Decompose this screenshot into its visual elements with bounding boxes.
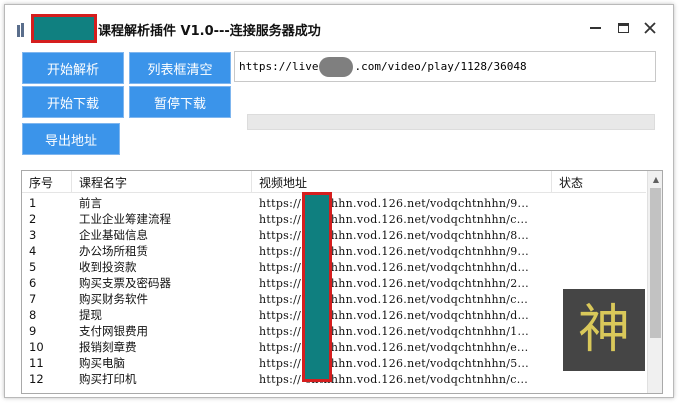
row-video-url: https:// chtnhhn.vod.126.net/vodqchtnhhn… bbox=[259, 292, 529, 306]
row-index: 10 bbox=[29, 340, 44, 354]
close-icon bbox=[644, 22, 656, 34]
row-course-name: 企业基础信息 bbox=[79, 228, 148, 242]
column-header-course-name[interactable]: 课程名字 bbox=[72, 171, 252, 193]
scroll-thumb[interactable] bbox=[650, 188, 661, 338]
minimize-icon bbox=[589, 27, 601, 29]
row-index: 9 bbox=[29, 324, 37, 338]
table-row[interactable]: 4 办公场所租赁 https:// chtnhhn.vod.126.net/vodq… bbox=[22, 243, 646, 259]
pause-download-button[interactable]: 暂停下载 bbox=[129, 86, 231, 118]
row-video-url: https:// chtnhhn.vod.126.net/vodqchtnhhn… bbox=[259, 340, 529, 354]
minimize-button[interactable] bbox=[580, 15, 610, 41]
row-index: 11 bbox=[29, 356, 44, 370]
row-status bbox=[552, 211, 646, 227]
table-row[interactable]: 1 前言 https:// chtnhhn.vod.126.net/vodqchtn… bbox=[22, 195, 646, 211]
clear-list-button[interactable]: 列表框清空 bbox=[129, 52, 231, 84]
url-prefix: https://live bbox=[239, 60, 319, 73]
title-bar[interactable]: 课程解析插件 V1.0---连接服务器成功 bbox=[5, 5, 673, 51]
table-row[interactable]: 8 提现 https:// chtnhhn.vod.126.net/vodqchtn… bbox=[22, 307, 646, 323]
row-index: 5 bbox=[29, 260, 37, 274]
url-suffix: .com/video/play/1128/36048 bbox=[354, 60, 527, 73]
watermark-badge: 神 bbox=[563, 289, 645, 371]
row-course-name: 购买电脑 bbox=[79, 356, 125, 370]
watermark-glyph: 神 bbox=[577, 300, 630, 360]
column-header-status[interactable]: 状态 bbox=[552, 171, 646, 193]
row-status bbox=[552, 227, 646, 243]
table-row[interactable]: 2 工业企业筹建流程 https:// chtnhhn.vod.126.net/vo… bbox=[22, 211, 646, 227]
row-course-name: 购买财务软件 bbox=[79, 292, 148, 306]
row-course-name: 办公场所租赁 bbox=[79, 244, 148, 258]
scroll-up-arrow-icon[interactable]: ▲ bbox=[648, 171, 662, 187]
close-button[interactable] bbox=[635, 15, 665, 41]
row-index: 8 bbox=[29, 308, 37, 322]
row-course-name: 前言 bbox=[79, 196, 102, 210]
table-row[interactable]: 3 企业基础信息 https:// chtnhhn.vod.126.net/vodq… bbox=[22, 227, 646, 243]
table-row[interactable]: 5 收到投资款 https:// chtnhhn.vod.126.net/vodqc… bbox=[22, 259, 646, 275]
url-input[interactable]: https://live .com/video/play/1128/36048 bbox=[234, 51, 656, 82]
row-video-url: https:// chtnhhn.vod.126.net/vodqchtnhhn… bbox=[259, 276, 529, 290]
table-body: 1 前言 https:// chtnhhn.vod.126.net/vodqchtn… bbox=[22, 195, 646, 387]
row-course-name: 购买打印机 bbox=[79, 372, 137, 386]
table-row[interactable]: 9 支付网银费用 https:// chtnhhn.vod.126.net/vodq… bbox=[22, 323, 646, 339]
row-video-url: https:// chtnhhn.vod.126.net/vodqchtnhhn… bbox=[259, 212, 529, 226]
column-header-index[interactable]: 序号 bbox=[22, 171, 72, 193]
row-course-name: 购买支票及密码器 bbox=[79, 276, 171, 290]
row-index: 4 bbox=[29, 244, 37, 258]
redacted-url-domain bbox=[319, 56, 354, 77]
start-download-button[interactable]: 开始下载 bbox=[22, 86, 124, 118]
row-index: 12 bbox=[29, 372, 44, 386]
row-course-name: 支付网银费用 bbox=[79, 324, 148, 338]
maximize-button[interactable] bbox=[608, 15, 638, 41]
table-row[interactable]: 12 购买打印机 https:// chtnhhn.vod.126.net/vodq… bbox=[22, 371, 646, 387]
row-video-url: https:// chtnhhn.vod.126.net/vodqchtnhhn… bbox=[259, 244, 529, 258]
export-urls-button[interactable]: 导出地址 bbox=[22, 123, 120, 155]
row-index: 6 bbox=[29, 276, 37, 290]
window-title: 课程解析插件 V1.0---连接服务器成功 bbox=[98, 24, 321, 39]
redacted-title-region bbox=[31, 14, 97, 43]
row-course-name: 收到投资款 bbox=[79, 260, 137, 274]
row-video-url: https:// chtnhhn.vod.126.net/vodqchtnhhn… bbox=[259, 228, 529, 242]
row-course-name: 报销刻章费 bbox=[79, 340, 137, 354]
row-video-url: https:// chtnhhn.vod.126.net/vodqchtnhhn… bbox=[259, 196, 529, 210]
maximize-icon bbox=[617, 23, 629, 33]
row-index: 7 bbox=[29, 292, 37, 306]
row-status bbox=[552, 371, 646, 387]
table-row[interactable]: 7 购买财务软件 https:// chtnhhn.vod.126.net/vodq… bbox=[22, 291, 646, 307]
row-video-url: https:// chtnhhn.vod.126.net/vodqchtnhhn… bbox=[259, 308, 529, 322]
row-course-name: 工业企业筹建流程 bbox=[79, 212, 171, 226]
start-parse-button[interactable]: 开始解析 bbox=[22, 52, 124, 84]
table-row[interactable]: 6 购买支票及密码器 https:// chtnhhn.vod.126.net/vo… bbox=[22, 275, 646, 291]
table-header: 序号 课程名字 视频地址 状态 bbox=[22, 171, 646, 193]
row-status bbox=[552, 243, 646, 259]
row-video-url: https:// chtnhhn.vod.126.net/vodqchtnhhn… bbox=[259, 324, 529, 338]
row-video-url: https:// chtnhhn.vod.126.net/vodqchtnhhn… bbox=[259, 372, 529, 386]
table-row[interactable]: 10 报销刻章费 https:// chtnhhn.vod.126.net/vodq… bbox=[22, 339, 646, 355]
vertical-scrollbar[interactable]: ▲ bbox=[647, 171, 662, 393]
row-index: 3 bbox=[29, 228, 37, 242]
app-icon bbox=[17, 23, 29, 37]
table-row[interactable]: 11 购买电脑 https:// chtnhhn.vod.126.net/vodqc… bbox=[22, 355, 646, 371]
row-course-name: 提现 bbox=[79, 308, 102, 322]
row-video-url: https:// chtnhhn.vod.126.net/vodqchtnhhn… bbox=[259, 260, 529, 274]
redacted-url-column-region bbox=[302, 192, 332, 382]
column-header-video-url[interactable]: 视频地址 bbox=[252, 171, 552, 193]
row-video-url: https:// chtnhhn.vod.126.net/vodqchtnhhn… bbox=[259, 356, 529, 370]
row-index: 2 bbox=[29, 212, 37, 226]
row-index: 1 bbox=[29, 196, 37, 210]
row-status bbox=[552, 259, 646, 275]
download-progress-bar bbox=[247, 114, 655, 130]
row-status bbox=[552, 195, 646, 211]
